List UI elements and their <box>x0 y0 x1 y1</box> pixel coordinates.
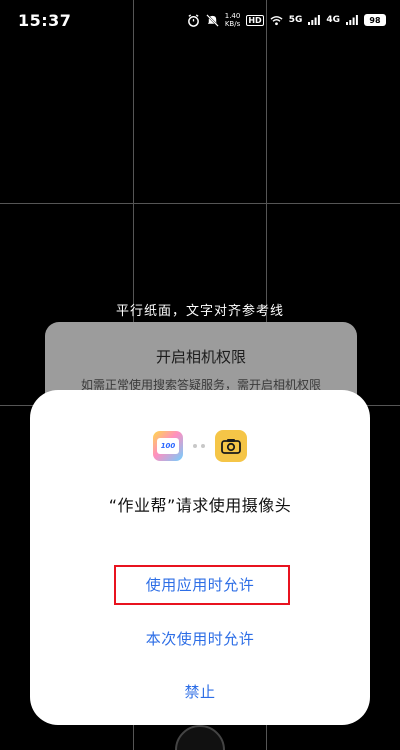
signal-5g-label: 5G <box>288 15 303 25</box>
dot <box>201 444 205 448</box>
zuoyebang-app-icon: 100 <box>153 431 183 461</box>
highlight-annotation-box <box>114 565 290 605</box>
camera-icon <box>215 430 247 462</box>
connector-dots <box>193 444 205 448</box>
signal-icon <box>308 15 321 25</box>
status-time: 15:37 <box>18 10 72 30</box>
allow-once-button[interactable]: 本次使用时允许 <box>30 624 370 654</box>
camera-screen: 15:37 1.40 KB/s HD 5G 4G 98 平行纸面，文字对齐参考线… <box>0 0 400 750</box>
status-bar: 15:37 1.40 KB/s HD 5G 4G 98 <box>0 0 400 40</box>
permission-title: “作业帮”请求使用摄像头 <box>108 496 292 515</box>
permission-icons-row: 100 <box>30 430 370 462</box>
wifi-icon <box>270 15 283 26</box>
battery-indicator: 98 <box>364 14 386 26</box>
network-speed: 1.40 KB/s <box>225 12 241 28</box>
signal-icon-secondary <box>346 15 358 25</box>
camera-guide-text: 平行纸面，文字对齐参考线 <box>115 304 284 319</box>
dot <box>193 444 197 448</box>
system-permission-dialog: 100 “作业帮”请求使用摄像头 使用应用时允许 本次使用时允许 禁止 <box>30 390 370 725</box>
deny-button[interactable]: 禁止 <box>30 677 370 707</box>
signal-4g-label: 4G <box>326 15 340 25</box>
grid-line-horizontal-top <box>0 203 400 204</box>
shutter-button[interactable] <box>175 725 225 750</box>
alarm-icon <box>187 13 200 27</box>
app-icon-label: 100 <box>157 438 179 454</box>
status-icons: 1.40 KB/s HD 5G 4G 98 <box>187 12 386 28</box>
prompt-dialog-title: 开启相机权限 <box>155 348 246 366</box>
network-speed-unit: KB/s <box>224 20 241 28</box>
hd-badge: HD <box>246 14 264 26</box>
network-speed-value: 1.40 <box>224 12 241 20</box>
mute-icon <box>205 13 219 27</box>
